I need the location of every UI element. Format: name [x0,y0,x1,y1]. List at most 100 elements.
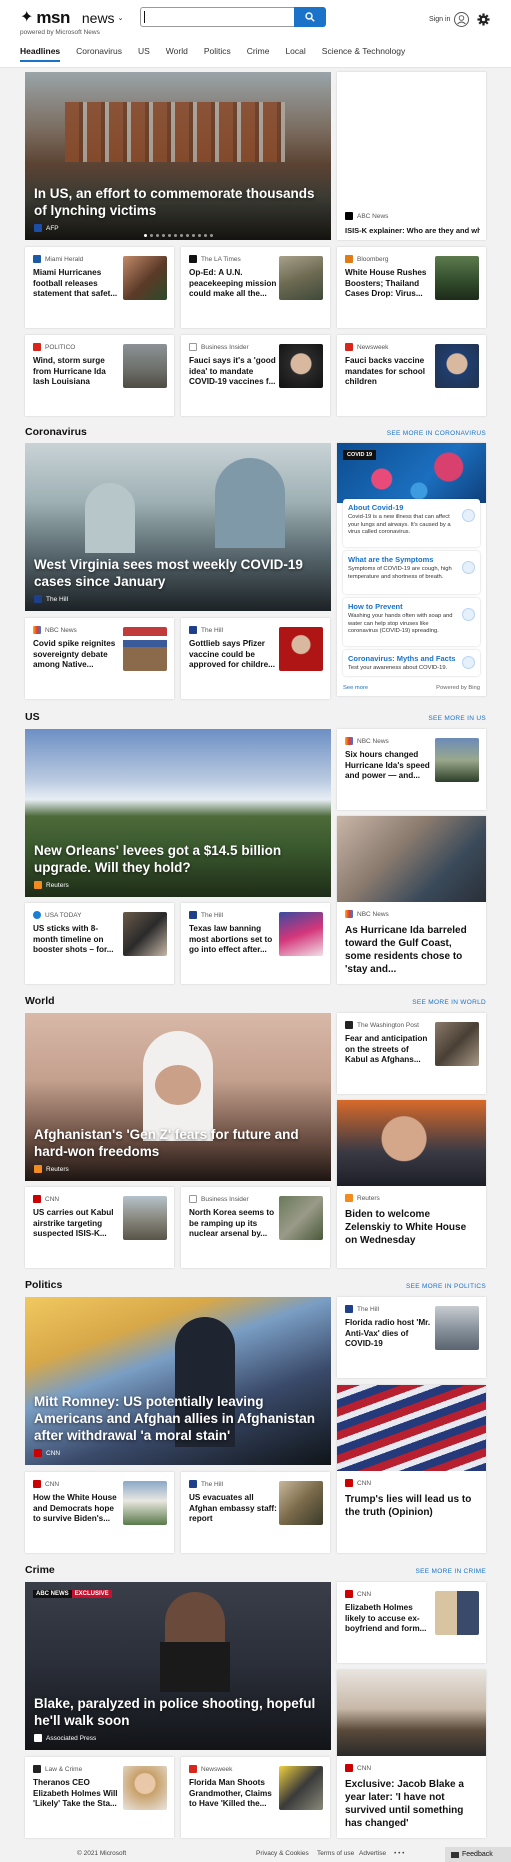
news-card[interactable]: POLITICO Wind, storm surge from Hurrican… [25,335,174,416]
carousel-dots[interactable] [25,234,331,237]
tab-headlines[interactable]: Headlines [20,46,61,62]
crime-hero[interactable]: ABC NEWS EXCLUSIVE Blake, paralyzed in po… [25,1582,331,1750]
card-source: CNN [45,1480,60,1488]
headlines-hero[interactable]: In US, an effort to commemorate thousand… [25,72,331,240]
section-heading-world[interactable]: World [25,995,55,1007]
search-input[interactable] [140,7,294,27]
covid-item-title: Coronavirus: Myths and Facts [348,654,456,663]
hero-source: Associated Press [46,1734,97,1742]
covid-item-myths[interactable]: Coronavirus: Myths and Facts Test your a… [343,650,480,676]
coronavirus-hero[interactable]: West Virginia sees most weekly COVID-19 … [25,443,331,611]
tab-politics[interactable]: Politics [204,46,231,62]
see-more-politics-link[interactable]: SEE MORE IN POLITICS [406,1283,486,1290]
card-thumbnail [279,1196,323,1240]
politics-hero[interactable]: Mitt Romney: US potentially leaving Amer… [25,1297,331,1465]
card-title: Biden to welcome Zelenskiy to White Hous… [345,1209,467,1246]
news-card[interactable]: Bloomberg White House Rushes Boosters; T… [337,247,486,328]
news-card[interactable]: Business Insider North Korea seems to be… [181,1187,330,1268]
source-logo-icon [34,1165,42,1173]
covid-item-about[interactable]: About Covid-19 Covid-19 is a new illness… [343,499,480,547]
search-bar [140,7,326,27]
card-thumbnail [123,256,167,300]
world-hero[interactable]: Afghanistan's 'Gen Z' fears for future a… [25,1013,331,1181]
card-image [337,1670,486,1756]
see-more-coronavirus-link[interactable]: SEE MORE IN CORONAVIRUS [387,430,486,437]
news-card[interactable]: The Washington Post Fear and anticipatio… [337,1013,486,1094]
chevron-down-icon: ⌄ [117,15,124,22]
feedback-button[interactable]: Feedback [445,1847,511,1862]
news-card-tall[interactable]: NBC News As Hurricane Ida barreled towar… [337,816,486,984]
card-source: The LA Times [201,255,241,263]
section-heading-crime[interactable]: Crime [25,1564,55,1576]
see-more-us-link[interactable]: SEE MORE IN US [428,715,486,722]
news-card[interactable]: CNN Elizabeth Holmes likely to accuse ex… [337,1582,486,1663]
privacy-link[interactable]: Privacy & Cookies [256,1850,309,1857]
card-source: The Hill [201,911,224,919]
covid-see-more-link[interactable]: See more [343,685,368,691]
sign-in-link[interactable]: Sign in [429,16,450,23]
us-hero[interactable]: New Orleans' levees got a $14.5 billion … [25,729,331,897]
card-thumbnail [279,627,323,671]
tab-science-technology[interactable]: Science & Technology [322,46,405,62]
gear-icon[interactable] [477,13,490,26]
news-card[interactable]: Miami Herald Miami Hurricanes football r… [25,247,174,328]
news-card[interactable]: The Hill US evacuates all Afghan embassy… [181,1472,330,1553]
news-card[interactable]: NBC News Covid spike reignites sovereign… [25,618,174,699]
brand-name: msn [36,8,70,27]
search-button[interactable] [294,7,326,27]
avatar-icon[interactable] [454,12,469,27]
card-title: US sticks with 8-month timeline on boost… [33,924,114,954]
hero-source: Reuters [46,881,69,889]
card-title: Wind, storm surge from Hurricane Ida las… [33,356,106,386]
covid-item-title: What are the Symptoms [348,555,434,564]
news-card[interactable]: The Hill Florida radio host 'Mr. Anti-Va… [337,1297,486,1378]
card-image [337,1385,486,1471]
advertise-link[interactable]: Advertise [359,1850,386,1857]
see-more-world-link[interactable]: SEE MORE IN WORLD [412,999,486,1006]
news-card[interactable]: Business Insider Fauci says it's a 'good… [181,335,330,416]
covid-item-prevent[interactable]: How to Prevent Washing your hands often … [343,598,480,646]
card-title: Miami Hurricanes football releases state… [33,268,118,298]
handwash-icon [462,608,475,621]
card-title: US evacuates all Afghan embassy staff: r… [189,1493,277,1523]
terms-link[interactable]: Terms of use [317,1850,354,1857]
news-card[interactable]: The LA Times Op-Ed: A U.N. peacekeeping … [181,247,330,328]
news-card[interactable]: CNN US carries out Kabul airstrike targe… [25,1187,174,1268]
news-card[interactable]: Law & Crime Theranos CEO Elizabeth Holme… [25,1757,174,1838]
section-heading-politics[interactable]: Politics [25,1279,62,1291]
headlines-side-card[interactable]: ABC News ISIS-K explainer: Who are they … [337,72,486,240]
news-card[interactable]: Newsweek Fauci backs vaccine mandates fo… [337,335,486,416]
news-card[interactable]: NBC News Six hours changed Hurricane Ida… [337,729,486,810]
card-source: NBC News [357,737,389,745]
tab-world[interactable]: World [166,46,188,62]
section-heading-coronavirus[interactable]: Coronavirus [25,426,87,438]
msn-news-logo[interactable]: ✦ msn news ⌄ powered by Microsoft News [20,8,123,36]
news-card[interactable]: CNN How the White House and Democrats ho… [25,1472,174,1553]
covid-item-desc: Symptoms of COVID-19 are cough, high tem… [348,566,452,580]
card-thumbnail [435,1022,479,1066]
news-card-tall[interactable]: CNN Exclusive: Jacob Blake a year later:… [337,1670,486,1838]
section-heading-us[interactable]: US [25,711,40,723]
card-source: NBC News [45,626,77,634]
news-card[interactable]: The Hill Gottlieb says Pfizer vaccine co… [181,618,330,699]
card-source: Miami Herald [45,255,84,263]
see-more-crime-link[interactable]: SEE MORE IN CRIME [416,1568,486,1575]
news-card[interactable]: USA TODAY US sticks with 8-month timelin… [25,903,174,984]
card-thumbnail [435,738,479,782]
tab-crime[interactable]: Crime [247,46,270,62]
card-title: Texas law banning most abortions set to … [189,924,273,954]
tab-us[interactable]: US [138,46,150,62]
tab-local[interactable]: Local [285,46,305,62]
news-card[interactable]: The Hill Texas law banning most abortion… [181,903,330,984]
covid-item-desc: Washing your hands often with soap and w… [348,613,453,635]
card-title: US carries out Kabul airstrike targeting… [33,1208,114,1238]
news-card-tall[interactable]: Reuters Biden to welcome Zelenskiy to Wh… [337,1100,486,1268]
news-card[interactable]: Newsweek Florida Man Shoots Grandmother,… [181,1757,330,1838]
more-options-icon[interactable]: • • • [394,1850,404,1857]
covid-item-symptoms[interactable]: What are the Symptoms Symptoms of COVID-… [343,551,480,594]
tab-coronavirus[interactable]: Coronavirus [76,46,122,62]
card-title: Covid spike reignites sovereignty debate… [33,639,116,669]
category-nav: Headlines Coronavirus US World Politics … [20,46,421,62]
news-card-tall[interactable]: CNN Trump's lies will lead us to the tru… [337,1385,486,1553]
card-thumbnail [123,344,167,388]
